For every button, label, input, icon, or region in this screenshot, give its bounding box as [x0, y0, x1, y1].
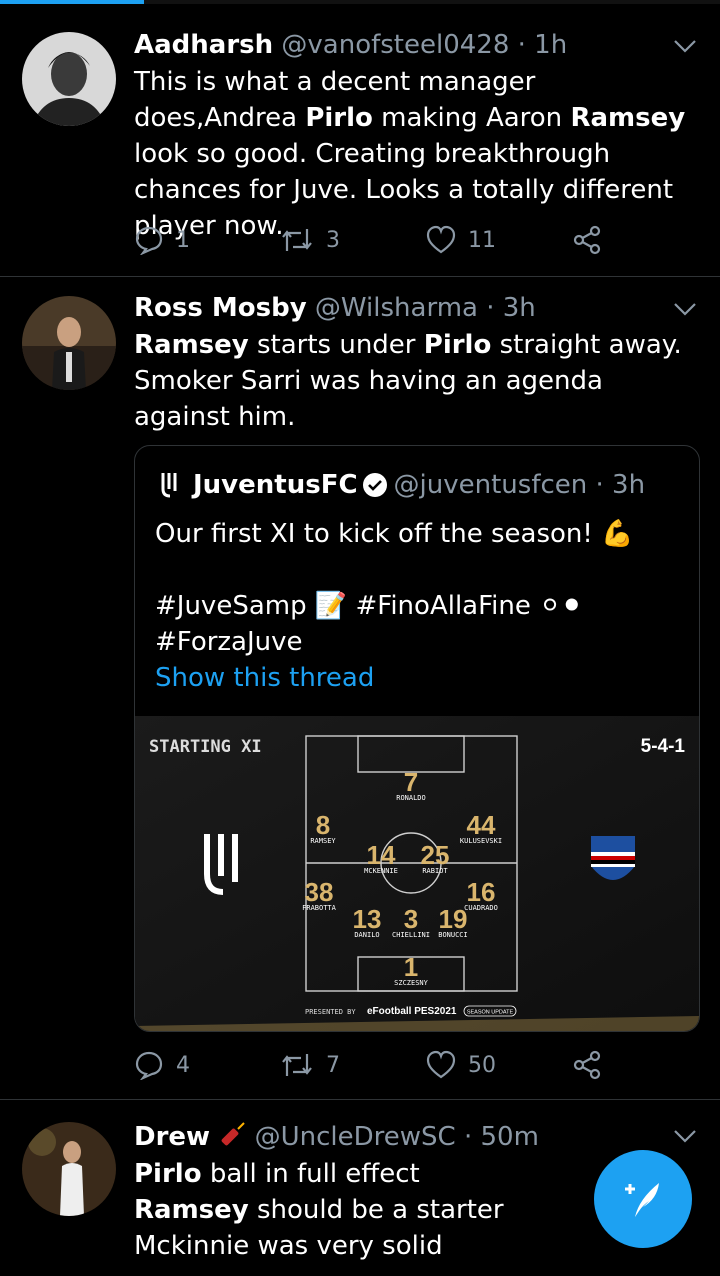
lineup-formation: 5-4-1: [641, 736, 686, 757]
player-name: DANILO: [354, 931, 379, 939]
player-number: 38: [305, 877, 334, 907]
player-number: 44: [467, 810, 496, 840]
author-name[interactable]: Aadharsh: [134, 30, 273, 60]
player-name: CUADRADO: [464, 904, 498, 912]
player-number: 7: [404, 767, 418, 797]
reply-count: 1: [176, 227, 190, 253]
player-name: SZCZESNY: [394, 979, 429, 987]
chevron-down-icon[interactable]: [672, 299, 698, 319]
tweet-time: · 1h: [517, 30, 568, 60]
author-handle[interactable]: @vanofsteel0428: [281, 30, 509, 60]
season-update-badge: SEASON UPDATE: [467, 1010, 514, 1016]
author-handle[interactable]: @UncleDrewSC: [255, 1122, 456, 1152]
reply-count: 4: [176, 1052, 190, 1078]
firecracker-emoji-icon: [221, 1122, 246, 1146]
player-number: 3: [404, 904, 418, 934]
retweet-icon: [282, 1054, 312, 1076]
reply-button[interactable]: 1: [134, 220, 190, 260]
juventus-logo-icon: [161, 473, 177, 498]
quote-time: · 3h: [595, 470, 646, 500]
share-button[interactable]: [572, 220, 614, 260]
presented-by-text: PRESENTED BY: [305, 1008, 356, 1016]
retweet-button[interactable]: 3: [280, 220, 340, 260]
retweet-count: 7: [326, 1052, 340, 1078]
like-count: 11: [468, 227, 496, 253]
chevron-down-icon[interactable]: [672, 1126, 698, 1146]
tweet[interactable]: Aadharsh @vanofsteel0428 · 1h This is wh…: [0, 0, 720, 276]
player-name: RAMSEY: [310, 837, 336, 845]
heart-icon: [426, 225, 456, 254]
author-name[interactable]: Ross Mosby: [134, 293, 307, 323]
player-number: 1: [404, 952, 418, 982]
lineup-player: 38FRABOTTA: [302, 877, 337, 912]
lineup-image[interactable]: STARTING XI 5-4-1 7 RONALDO 8 RAMSEY 44 KULUS…: [135, 716, 699, 1031]
tweet-text: This is what a decent manager does,Andre…: [134, 67, 686, 241]
quote-author-name[interactable]: JuventusFC: [193, 468, 358, 502]
avatar[interactable]: [22, 32, 116, 126]
like-button[interactable]: 50: [426, 1045, 496, 1085]
reply-button[interactable]: 4: [134, 1045, 190, 1085]
avatar[interactable]: [22, 296, 116, 390]
player-name: MCKENNIE: [364, 867, 398, 875]
reply-icon: [135, 1051, 163, 1080]
share-button[interactable]: [572, 1045, 614, 1085]
heart-icon: [426, 1050, 456, 1079]
player-name: RONALDO: [396, 794, 426, 802]
author-handle[interactable]: @Wilsharma: [315, 293, 478, 323]
lineup-player: 19BONUCCI: [438, 904, 468, 939]
like-button[interactable]: 11: [426, 220, 496, 260]
player-name: RABIOT: [422, 867, 448, 875]
author-name[interactable]: Drew: [134, 1122, 210, 1152]
lineup-heading: STARTING XI: [149, 737, 262, 757]
player-number: 25: [421, 840, 450, 870]
chevron-down-icon[interactable]: [672, 36, 698, 56]
compose-feather-icon: [625, 1183, 659, 1217]
quote-author-handle[interactable]: @juventusfcen: [394, 468, 588, 502]
share-icon: [573, 225, 601, 255]
lineup-player: 16CUADRADO: [464, 877, 498, 912]
show-thread-link[interactable]: Show this thread: [155, 660, 685, 696]
player-number: 8: [316, 810, 330, 840]
compose-tweet-button[interactable]: [594, 1150, 692, 1248]
player-number: 16: [467, 877, 496, 907]
player-name: BONUCCI: [438, 931, 468, 939]
like-count: 50: [468, 1052, 496, 1078]
share-icon: [573, 1050, 601, 1080]
lineup-player: 25RABIOT: [421, 840, 450, 875]
tweet-time: · 50m: [463, 1122, 539, 1152]
player-number: 13: [353, 904, 382, 934]
player-number: 14: [367, 840, 396, 870]
pes-brand-text: eFootball PES2021: [367, 1006, 457, 1017]
reply-icon: [135, 226, 163, 255]
tweet-time: · 3h: [486, 293, 536, 323]
player-name: CHIELLINI: [392, 931, 430, 939]
retweet-button[interactable]: 7: [280, 1045, 340, 1085]
tweet-text: Ramsey starts under Pirlo straight away.…: [134, 330, 682, 432]
quote-text: Our first XI to kick off the season! 💪 #…: [155, 516, 685, 696]
lineup-player: 13DANILO: [353, 904, 382, 939]
verified-badge-icon: [362, 473, 387, 497]
quoted-tweet[interactable]: JuventusFC @juventusfcen · 3h Our first …: [134, 445, 700, 1032]
retweet-icon: [282, 229, 312, 251]
avatar[interactable]: [22, 1122, 116, 1216]
player-number: 19: [439, 904, 468, 934]
player-name: KULUSEVSKI: [460, 837, 502, 845]
player-name: FRABOTTA: [302, 904, 337, 912]
lineup-player: 14MCKENNIE: [364, 840, 398, 875]
retweet-count: 3: [326, 227, 340, 253]
